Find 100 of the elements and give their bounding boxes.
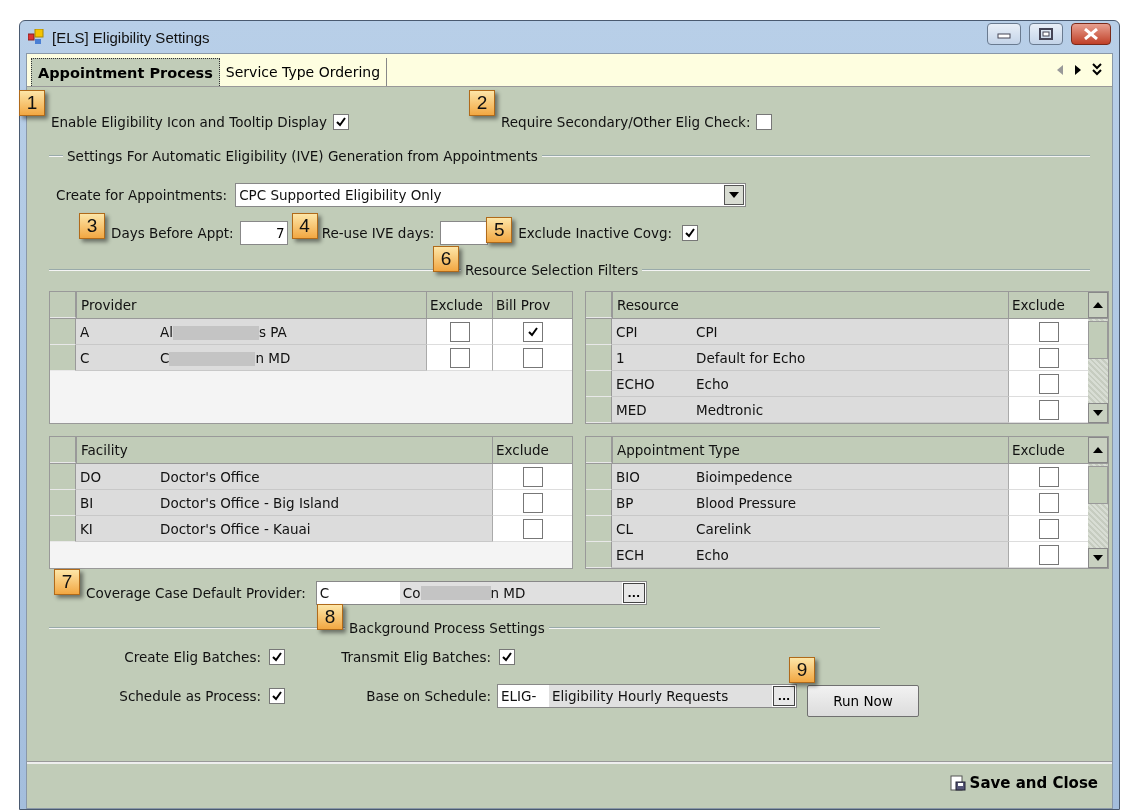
checkbox[interactable] [333, 114, 350, 130]
checkbox[interactable] [522, 518, 543, 539]
table-cell: C n MD [160, 349, 291, 366]
checkbox[interactable] [1038, 321, 1059, 342]
row-header[interactable] [586, 397, 612, 423]
row-header[interactable] [50, 345, 76, 371]
browse-button[interactable]: ... [622, 583, 645, 603]
check-icon [271, 690, 283, 702]
row-header[interactable] [586, 464, 612, 490]
checkbox[interactable] [522, 321, 543, 342]
row-header[interactable] [586, 345, 612, 371]
number-field[interactable]: 7 [239, 221, 288, 245]
table-cell-text: CPI [616, 323, 639, 340]
tab[interactable]: Appointment Process [31, 58, 220, 86]
save-and-close-button[interactable]: Save and Close [943, 773, 1104, 793]
option-label: Transmit Elig Batches: [340, 649, 491, 665]
option-label: Create Elig Batches: [124, 649, 261, 665]
lookup-field[interactable]: ELIG- Eligibility Hourly Requests ... [497, 684, 797, 708]
maximize-button[interactable] [1029, 23, 1063, 45]
save-icon [949, 775, 966, 791]
table-cell-text: CL [616, 520, 634, 537]
row-header[interactable] [586, 516, 612, 542]
table-cell: Carelink [696, 520, 752, 537]
tab[interactable]: Service Type Ordering [219, 58, 388, 86]
table-cell-text: C [80, 349, 91, 366]
field-value: ELIG- [501, 688, 538, 704]
section-title: Background Process Settings [349, 620, 545, 636]
callout-badge: 8 [317, 604, 343, 630]
row-header[interactable] [586, 490, 612, 516]
row-header[interactable] [586, 542, 612, 568]
row-header[interactable] [50, 490, 76, 516]
table-cell: Blood Pressure [696, 494, 797, 511]
table-cell: Doctor's Office - Kauai [160, 520, 311, 537]
row-header[interactable] [50, 464, 76, 490]
table-cell-text: DO [80, 468, 103, 485]
field-label: Exclude Inactive Covg: [518, 225, 673, 241]
checkbox[interactable] [522, 466, 543, 487]
field-value: Co n MD [399, 582, 622, 604]
row-header[interactable] [586, 371, 612, 397]
row-header[interactable] [50, 516, 76, 542]
scroll-down-icon [1093, 410, 1103, 416]
run-now-button[interactable]: Run Now [807, 685, 919, 717]
table-cell-text: BIO [616, 468, 641, 485]
checkbox[interactable] [522, 492, 543, 513]
table-cell: Doctor's Office [160, 468, 260, 485]
checkbox[interactable] [1038, 492, 1059, 513]
row-header[interactable] [586, 319, 612, 345]
close-icon [1083, 28, 1099, 40]
column-header[interactable]: Provider [76, 292, 426, 318]
checkbox[interactable] [269, 649, 285, 665]
table-cell-text: 1 [616, 349, 626, 366]
table-cell: Al s PA [160, 323, 287, 340]
callout-badge: 7 [54, 569, 80, 595]
table-cell: Medtronic [696, 401, 764, 418]
minimize-button[interactable] [987, 23, 1021, 45]
checkbox[interactable] [522, 347, 543, 368]
table-cell-text: MED [616, 401, 648, 418]
column-header[interactable]: Facility [76, 437, 492, 463]
option-label: Enable Eligibility Icon and Tooltip Display [51, 114, 328, 130]
checkbox[interactable] [1038, 544, 1059, 565]
column-header[interactable]: Appointment Type [612, 437, 1008, 463]
column-header[interactable]: Bill Prov [492, 292, 572, 318]
column-header[interactable]: Resource [612, 292, 1008, 318]
check-icon [501, 651, 513, 663]
table-cell-text: BP [616, 494, 635, 511]
scroll-up-icon [1093, 447, 1103, 453]
check-icon [271, 651, 283, 663]
checkbox[interactable] [1038, 518, 1059, 539]
table-cell: Default for Echo [696, 349, 806, 366]
field-value: C [319, 585, 331, 601]
browse-button[interactable]: ... [773, 686, 795, 706]
checkbox[interactable] [682, 225, 699, 241]
column-header[interactable]: Exclude [426, 292, 492, 318]
number-field[interactable] [440, 221, 489, 245]
window-title: [ELS] Eligibility Settings [52, 28, 210, 46]
dropdown-field[interactable]: CPC Supported Eligibility Only [235, 183, 747, 207]
checkbox[interactable] [449, 321, 470, 342]
checkbox[interactable] [1038, 399, 1059, 420]
checkbox[interactable] [449, 347, 470, 368]
callout-badge: 3 [79, 213, 105, 239]
table-cell-text: KI [80, 520, 94, 537]
checkbox[interactable] [756, 114, 773, 130]
field-label: Re-use IVE days: [321, 225, 435, 241]
checkbox[interactable] [269, 688, 285, 704]
checkbox[interactable] [1038, 373, 1059, 394]
table-cell: Bioimpedence [696, 468, 793, 485]
checkbox[interactable] [499, 649, 515, 665]
scroll-down-icon [1093, 555, 1103, 561]
field-label: Base on Schedule: [365, 688, 491, 704]
app-icon [28, 29, 44, 45]
close-button[interactable] [1071, 23, 1111, 45]
checkbox[interactable] [1038, 347, 1059, 368]
column-header[interactable]: Exclude [492, 437, 572, 463]
checkbox[interactable] [1038, 466, 1059, 487]
scrollbar[interactable] [1088, 319, 1108, 423]
dropdown-arrow-icon [729, 192, 740, 198]
row-header[interactable] [50, 319, 76, 345]
lookup-field[interactable]: C Co n MD ... [315, 581, 647, 605]
scrollbar[interactable] [1088, 464, 1108, 568]
chevron-down-icon [1092, 63, 1102, 77]
